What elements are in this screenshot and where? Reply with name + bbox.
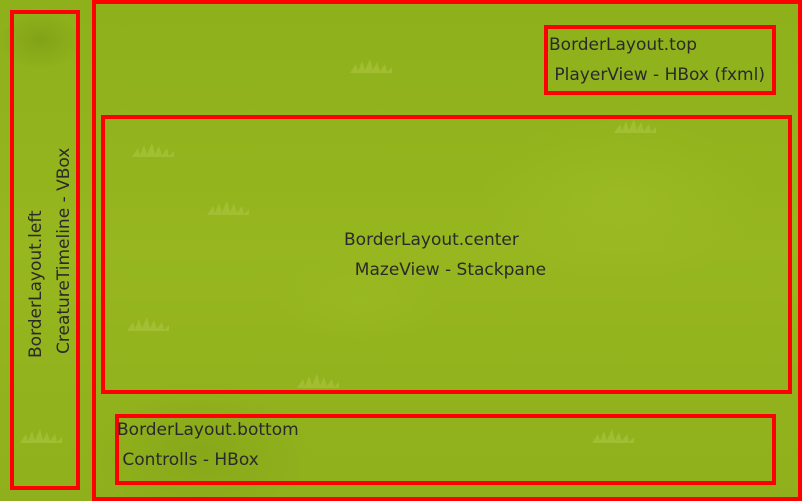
center-region-title: BorderLayout.center bbox=[344, 230, 519, 250]
top-region-title: BorderLayout.top bbox=[549, 35, 698, 55]
center-region-component: MazeView - Stackpane bbox=[344, 260, 547, 280]
bottom-region-component: Controlls - HBox bbox=[117, 450, 259, 470]
left-region-component: CreatureTimeline - VBox bbox=[54, 147, 74, 354]
bottom-region-title: BorderLayout.bottom bbox=[117, 420, 299, 440]
left-region-title: BorderLayout.left bbox=[26, 210, 46, 358]
top-region-component: PlayerView - HBox (fxml) bbox=[549, 65, 765, 85]
